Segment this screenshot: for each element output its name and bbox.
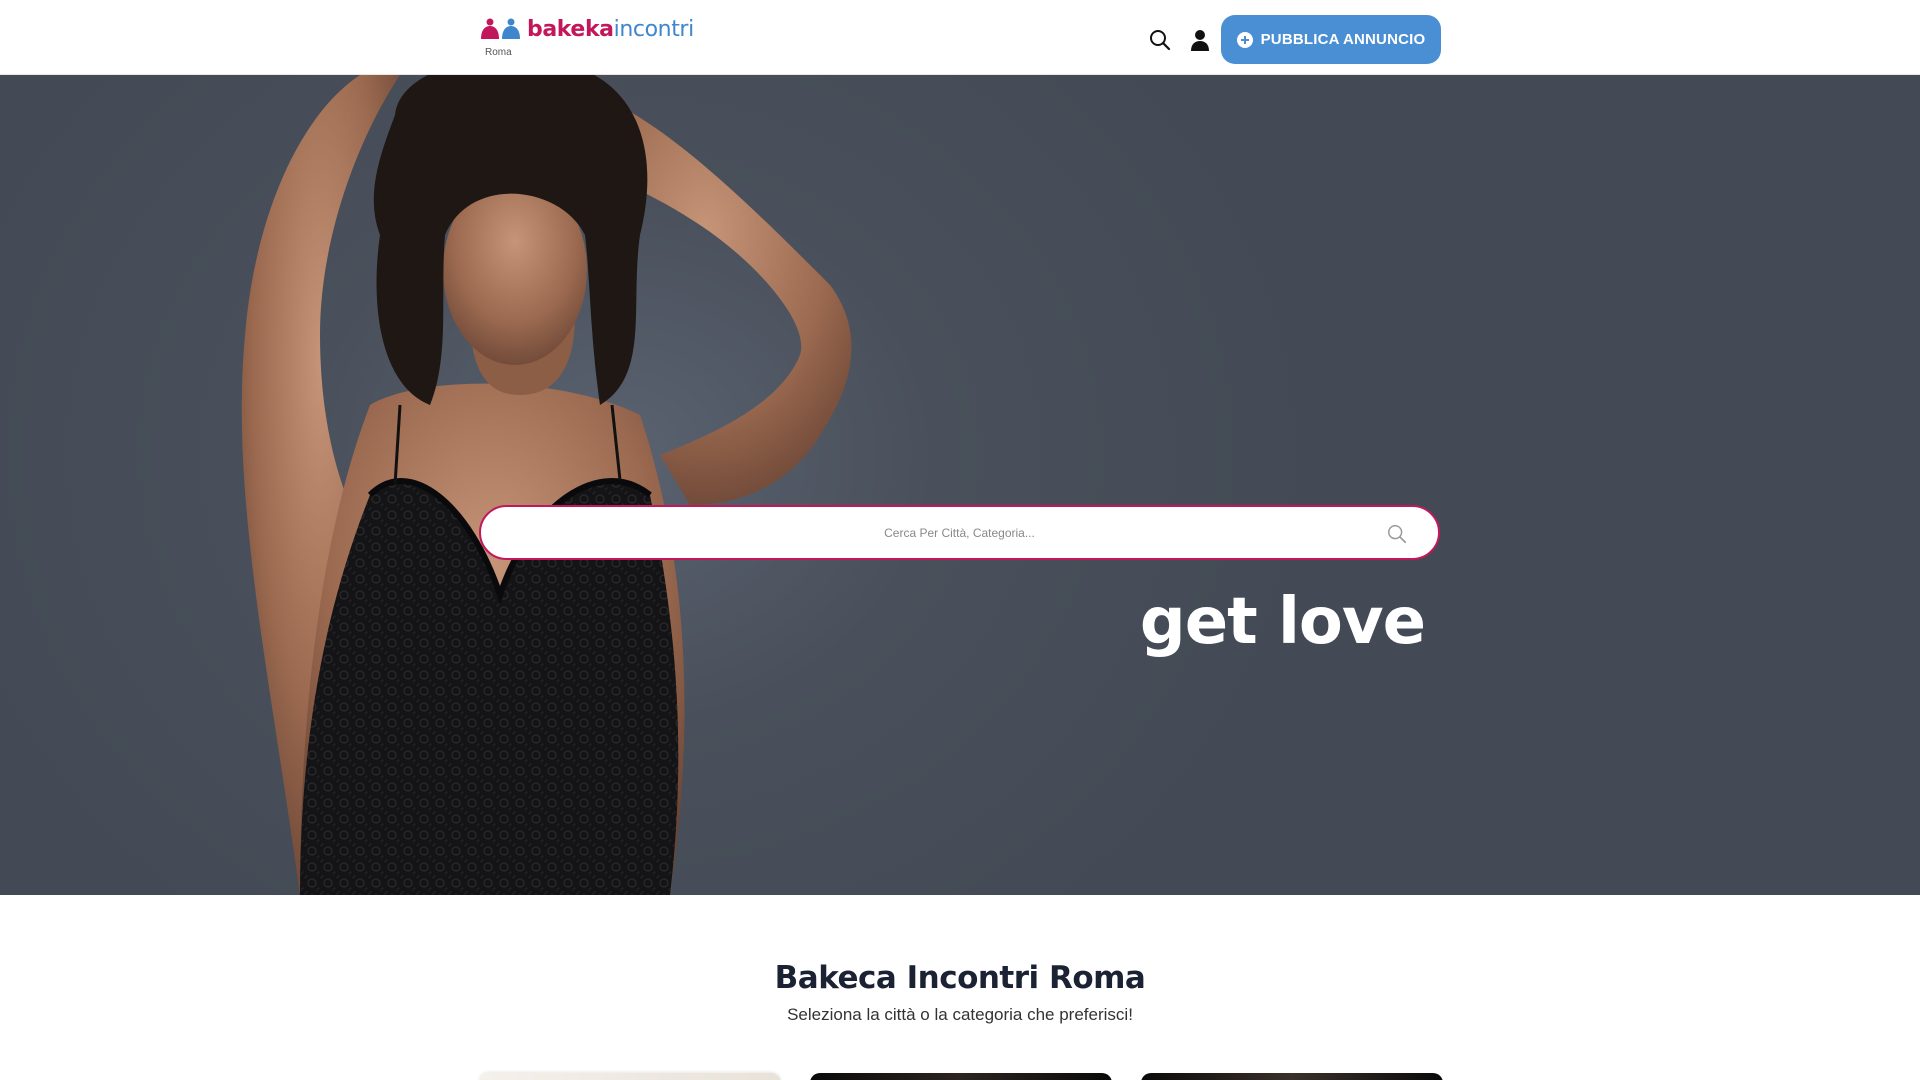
search-submit-icon[interactable]: [1386, 523, 1408, 545]
page-subtitle: Seleziona la città o la categoria che pr…: [787, 1005, 1133, 1024]
site-header: bakekaincontri Roma PUBBLICA ANNUNCIO: [0, 0, 1920, 75]
search-icon[interactable]: [1148, 28, 1172, 52]
publish-ad-label: PUBBLICA ANNUNCIO: [1260, 31, 1426, 48]
hero-banner: get love: [0, 75, 1920, 895]
publish-ad-button[interactable]: PUBBLICA ANNUNCIO: [1221, 15, 1441, 64]
page-title: Bakeca Incontri Roma: [774, 960, 1146, 996]
logo-city-label: Roma: [485, 47, 512, 58]
plus-circle-icon: [1236, 31, 1253, 48]
category-card[interactable]: [479, 1073, 781, 1080]
search-input[interactable]: [481, 507, 1438, 558]
category-card[interactable]: [810, 1073, 1112, 1080]
hero-slogan: get love: [1139, 585, 1426, 659]
hero-photo: [241, 75, 852, 895]
user-icon[interactable]: [1188, 28, 1212, 52]
logo-wordmark: bakekaincontri: [527, 17, 694, 42]
hero-search-bar: [479, 505, 1440, 560]
couple-logo-icon: [481, 18, 520, 39]
category-card[interactable]: [1141, 1073, 1443, 1080]
